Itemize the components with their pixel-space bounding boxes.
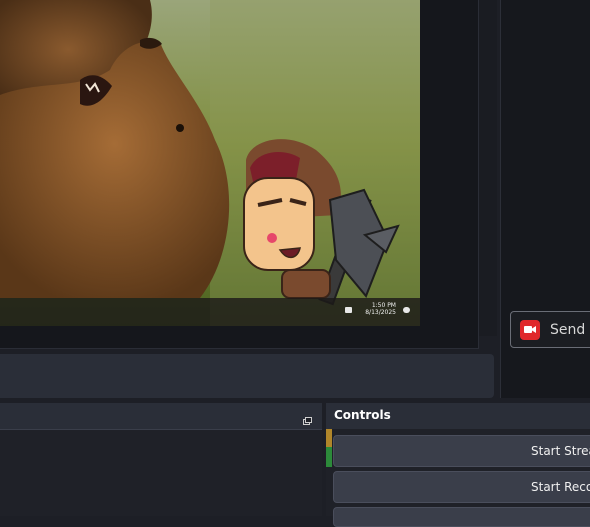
audio-meter-green [326,447,332,467]
control-button[interactable] [333,507,590,527]
tray-app-icon [345,307,352,313]
send-button[interactable]: Send a [510,311,590,348]
video-camera-icon [520,319,540,340]
start-recording-label: Start Reco [531,480,590,494]
stream-preview-canvas[interactable]: 1:50 PM 8/13/2025 [0,0,420,326]
preview-side-bar [478,0,497,336]
send-button-label: Send a [550,321,590,338]
taskbar-strip: 1:50 PM 8/13/2025 [0,298,420,326]
controls-title: Controls [334,408,391,422]
start-streaming-label: Start Strea [531,444,590,458]
undock-icon[interactable] [303,410,312,425]
tray-clock-time: 1:50 PM [371,302,396,309]
scene-toolbar [0,354,494,398]
tray-clock-date: 8/13/2025 [365,309,396,316]
notification-icon [403,307,410,313]
left-dock-header [0,403,322,430]
start-recording-button[interactable]: Start Reco [333,471,590,503]
start-streaming-button[interactable]: Start Strea [333,435,590,467]
tray-clock: 1:50 PM 8/13/2025 [365,302,396,316]
preview-image [0,0,420,326]
audio-meter-yellow [326,429,332,447]
